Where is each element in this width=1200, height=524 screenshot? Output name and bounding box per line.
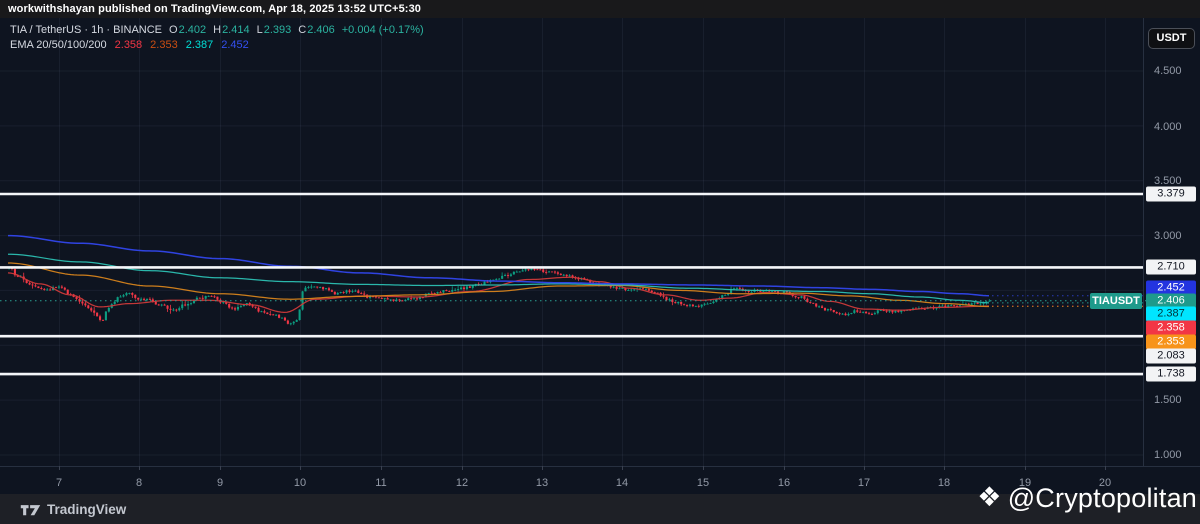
price-label: 1.738 (1146, 366, 1196, 382)
ohlc-value: 2.393 (263, 24, 292, 36)
time-label: 13 (535, 477, 549, 489)
publish-text: workwithshayan published on TradingView.… (8, 3, 422, 15)
cryptopolitan-watermark[interactable]: ❖ @Cryptopolitan (977, 483, 1197, 514)
ema-label: EMA 20/50/100/200 (10, 39, 107, 51)
time-label: 10 (293, 477, 307, 489)
time-label: 14 (615, 477, 629, 489)
tradingview-logo[interactable]: TradingView (20, 501, 126, 517)
currency-button[interactable]: USDT (1148, 28, 1195, 49)
time-label: 8 (135, 477, 143, 489)
ohlc-key: O (169, 24, 178, 36)
ohlc-value: 2.414 (222, 24, 250, 36)
price-label: 2.710 (1146, 259, 1196, 275)
ohlc-values: O2.402 H2.414 L2.393 C2.406 (162, 24, 335, 36)
chart-legend: TIA / TetherUS · 1h · BINANCE O2.402 H2.41… (10, 23, 424, 53)
price-label: 2.387 (1146, 306, 1196, 322)
price-tick-label: 3.000 (1154, 230, 1182, 242)
time-label: 18 (937, 477, 951, 489)
ohlc-key: H (213, 24, 222, 36)
price-tick-label: 4.500 (1154, 65, 1182, 77)
time-label: 9 (216, 477, 224, 489)
time-label: 15 (696, 477, 710, 489)
symbol-row[interactable]: TIA / TetherUS · 1h · BINANCE O2.402 H2.41… (10, 23, 424, 38)
price-tick-label: 1.000 (1154, 449, 1182, 461)
price-label: 2.353 (1146, 334, 1196, 350)
symbol-title: TIA / TetherUS · 1h · BINANCE (10, 24, 163, 36)
ema-row[interactable]: EMA 20/50/100/200 2.358 2.353 2.387 2.452 (10, 38, 424, 53)
ohlc-value: 2.402 (178, 24, 207, 36)
candlestick-chart[interactable] (0, 0, 1200, 524)
time-label: 16 (777, 477, 791, 489)
tradingview-icon (20, 505, 41, 516)
tradingview-label: TradingView (47, 501, 127, 517)
price-tick-label: 4.000 (1154, 121, 1182, 133)
price-label: 2.083 (1146, 348, 1196, 364)
ema-value: 2.353 (150, 39, 178, 51)
price-tick-label: 3.500 (1154, 175, 1182, 187)
publish-bar: workwithshayan published on TradingView.… (0, 0, 1200, 18)
ema-value: 2.358 (114, 39, 143, 51)
time-label: 7 (55, 477, 63, 489)
price-scale[interactable]: 4.500 4.000 3.500 3.000 1.500 1.000 3.379 2.710… (1143, 18, 1200, 466)
symbol-price-tag: TIAUSDT (1090, 293, 1142, 309)
ema-value: 2.452 (221, 39, 249, 51)
price-label: 2.358 (1146, 320, 1196, 336)
price-tick-label: 1.500 (1154, 394, 1182, 406)
ema-value: 2.387 (185, 39, 214, 51)
ohlc-value: 2.406 (307, 24, 335, 36)
ohlc-key: C (298, 24, 307, 36)
ohlc-key: L (256, 24, 263, 36)
ema-values: 2.358 2.353 2.387 2.452 (107, 39, 249, 51)
change-value: +0.004 (+0.17%) (341, 24, 424, 36)
time-label: 17 (857, 477, 871, 489)
time-label: 12 (455, 477, 469, 489)
watermark-text: @Cryptopolitan (1007, 483, 1197, 513)
time-label: 11 (375, 477, 387, 489)
cryptopolitan-diamond-icon: ❖ (977, 482, 1002, 512)
price-label: 3.379 (1146, 186, 1196, 202)
